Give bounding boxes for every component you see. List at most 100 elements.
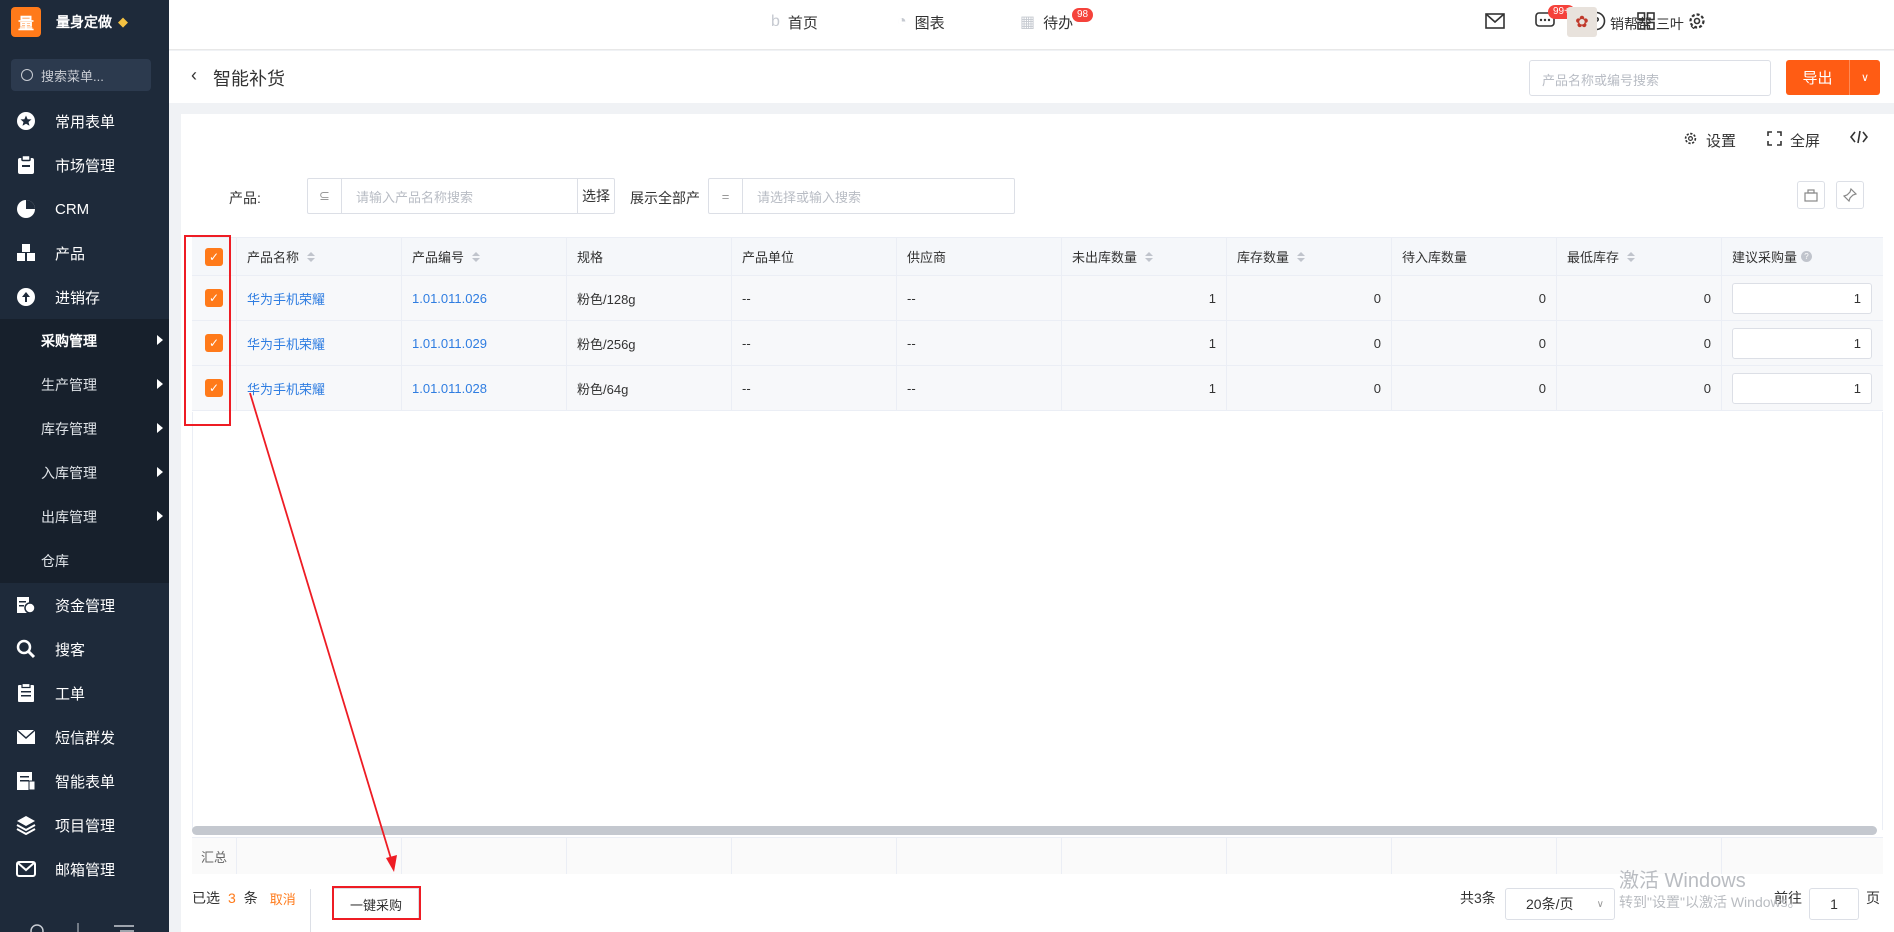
header-pending-qty: 待入库数量 <box>1392 238 1557 275</box>
cubes-icon <box>15 242 37 264</box>
sidebar-sub-purchase[interactable]: 采购管理 <box>0 319 169 363</box>
chevron-down-icon[interactable]: ∨ <box>1850 71 1880 84</box>
table-body-area <box>192 412 1883 830</box>
summary-cell <box>237 838 402 874</box>
sort-icon[interactable] <box>472 251 481 262</box>
chart-icon: ◔ <box>897 13 907 30</box>
header-unshipped-qty[interactable]: 未出库数量 <box>1062 238 1227 275</box>
nav-todo-label: 待办 <box>1043 14 1074 32</box>
cancel-selection-link[interactable]: 取消 <box>270 889 296 908</box>
menu-search-input[interactable]: 搜索菜单... <box>11 59 151 91</box>
stock-cell: 0 <box>1227 321 1392 365</box>
summary-cell <box>732 838 897 874</box>
avatar[interactable]: ✿ <box>1567 7 1597 37</box>
layers-icon <box>15 814 37 836</box>
export-label: 导出 <box>1802 70 1833 87</box>
header-label: 待入库数量 <box>1402 250 1468 265</box>
diamond-icon: ◆ <box>118 14 128 29</box>
header-stock-qty[interactable]: 库存数量 <box>1227 238 1392 275</box>
sidebar-sub-stock[interactable]: 库存管理 <box>0 407 169 451</box>
annotation-checkbox-highlight <box>184 235 231 426</box>
sort-icon[interactable] <box>1297 251 1306 262</box>
summary-cell <box>1392 838 1557 874</box>
product-code-link[interactable]: 1.01.011.028 <box>402 366 567 410</box>
settings-button[interactable]: 设置 <box>1683 130 1736 151</box>
product-name-link[interactable]: 华为手机荣耀 <box>237 321 402 365</box>
pin-icon[interactable] <box>1836 181 1864 209</box>
sidebar-sub-production[interactable]: 生产管理 <box>0 363 169 407</box>
sidebar-item-project[interactable]: 项目管理 <box>0 803 169 847</box>
sort-icon[interactable] <box>1627 251 1636 262</box>
sidebar-sub-inbound[interactable]: 入库管理 <box>0 451 169 495</box>
header-product-name[interactable]: 产品名称 <box>237 238 402 275</box>
suggest-qty-input[interactable]: 1 <box>1732 372 1872 404</box>
user-name[interactable]: 销帮帮 三叶 ⌄ <box>1610 14 1700 34</box>
export-button[interactable]: 导出 ∨ <box>1786 60 1880 95</box>
sidebar-item-smart-form[interactable]: 智能表单 <box>0 759 169 803</box>
summary-cell <box>567 838 732 874</box>
sidebar-item-finance[interactable]: 资金管理 <box>0 583 169 627</box>
info-icon[interactable]: ? <box>1801 251 1813 262</box>
caret-right-icon <box>157 335 163 345</box>
contains-icon: ⊆ <box>308 179 342 213</box>
brand-logo: 量 <box>11 7 41 37</box>
star-icon <box>15 110 37 132</box>
header-min-stock[interactable]: 最低库存 <box>1557 238 1722 275</box>
table-row: ✓ 华为手机荣耀 1.01.011.026 粉色/128g -- -- 1 0 … <box>192 276 1883 321</box>
sidebar-item-soke[interactable]: 搜客 <box>0 627 169 671</box>
product-code-link[interactable]: 1.01.011.026 <box>402 276 567 320</box>
sidebar-sub-label: 生产管理 <box>41 377 97 393</box>
mail-icon[interactable] <box>1483 9 1507 33</box>
unshipped-cell: 1 <box>1062 276 1227 320</box>
header-spec: 规格 <box>567 238 732 275</box>
product-name-link[interactable]: 华为手机荣耀 <box>237 366 402 410</box>
product-code-link[interactable]: 1.01.011.029 <box>402 321 567 365</box>
caret-right-icon <box>157 379 163 389</box>
pending-cell: 0 <box>1392 276 1557 320</box>
sidebar-item-mailbox[interactable]: 邮箱管理 <box>0 847 169 891</box>
suggest-qty-input[interactable]: 1 <box>1732 327 1872 359</box>
suggest-qty-input[interactable]: 1 <box>1732 282 1872 314</box>
sidebar-item-product[interactable]: 产品 <box>0 231 169 275</box>
nav-chart[interactable]: ◔ 图表 <box>897 0 945 44</box>
nav-home-label: 首页 <box>787 14 818 32</box>
select-button[interactable]: 选择 <box>577 179 614 213</box>
nav-home[interactable]: b 首页 <box>771 0 818 44</box>
sidebar-item-sms[interactable]: 短信群发 <box>0 715 169 759</box>
product-search-input[interactable]: 产品名称或编号搜索 <box>1529 60 1771 96</box>
sidebar-item-label: 短信群发 <box>55 729 116 747</box>
sidebar-sub-outbound[interactable]: 出库管理 <box>0 495 169 539</box>
windows-watermark-title: 激活 Windows <box>1619 870 1746 892</box>
caret-right-icon <box>157 511 163 521</box>
nav-todo[interactable]: ▦ 待办 <box>1020 0 1073 44</box>
sort-icon[interactable] <box>307 251 316 262</box>
back-arrow-icon[interactable]: ‹ <box>191 65 197 86</box>
spec-cell: 粉色/64g <box>567 366 732 410</box>
search-icon <box>21 69 33 81</box>
page-size-select[interactable]: 20条/页 ∨ <box>1505 888 1615 920</box>
sort-icon[interactable] <box>1145 251 1154 262</box>
fullscreen-button[interactable]: 全屏 <box>1767 130 1820 151</box>
goto-page-input[interactable]: 1 <box>1809 888 1859 920</box>
product-name-link[interactable]: 华为手机荣耀 <box>237 276 402 320</box>
finance-icon <box>15 594 37 616</box>
clear-filter-icon[interactable] <box>1797 181 1825 209</box>
sidebar-item-label: 搜客 <box>55 641 86 659</box>
sidebar-item-ticket[interactable]: 工单 <box>0 671 169 715</box>
horizontal-scrollbar[interactable] <box>192 826 1877 835</box>
product-filter-input[interactable]: ⊆ 请输入产品名称搜索 选择 <box>307 178 615 214</box>
sidebar-item-label: CRM <box>55 200 90 218</box>
sidebar-item-common-forms[interactable]: 常用表单 <box>0 99 169 143</box>
header-label: 库存数量 <box>1237 250 1290 265</box>
code-icon[interactable] <box>1850 130 1868 144</box>
sidebar-sub-warehouse[interactable]: 仓库 <box>0 539 169 583</box>
sidebar-item-market[interactable]: 市场管理 <box>0 143 169 187</box>
mail-icon <box>15 858 37 880</box>
sidebar-item-inventory[interactable]: 进销存 <box>0 275 169 319</box>
summary-cell <box>1227 838 1392 874</box>
sidebar-item-crm[interactable]: CRM <box>0 187 169 231</box>
brand[interactable]: 量 量身定做 ◆ <box>0 0 169 44</box>
header-product-code[interactable]: 产品编号 <box>402 238 567 275</box>
show-all-filter-input[interactable]: = 请选择或输入搜索 <box>708 178 1015 214</box>
summary-label: 汇总 <box>192 838 237 874</box>
